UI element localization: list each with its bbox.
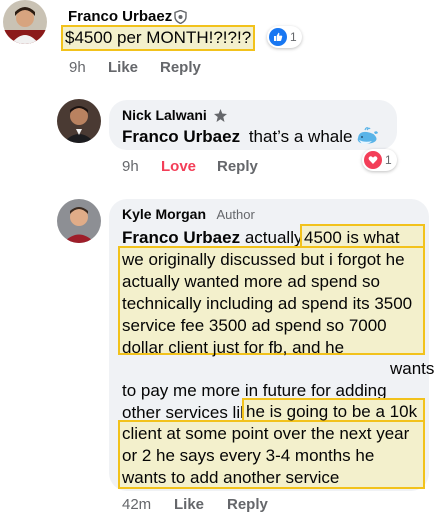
like-button[interactable]: Like: [108, 59, 138, 76]
comment-text-part: he is going to be a 10k client at some p…: [122, 402, 418, 487]
star-icon: [214, 109, 227, 122]
avatar-image: [3, 0, 47, 44]
comment-header: Kyle Morgan Author: [122, 206, 255, 224]
reply-button[interactable]: Reply: [227, 496, 268, 513]
comment-text: $4500 per MONTH!?!?!?: [60, 25, 256, 51]
love-reaction-icon: [364, 151, 382, 169]
comment-text-body: that’s a whale: [248, 127, 353, 146]
mention-link[interactable]: Franco Urbaez: [122, 127, 240, 146]
comment-text-part: 4500 is what we originally discussed but…: [122, 228, 413, 357]
reply-button[interactable]: Reply: [217, 158, 258, 175]
author-badge: Author: [216, 207, 255, 222]
avatar[interactable]: [57, 199, 101, 243]
comment-time[interactable]: 42m: [122, 496, 151, 513]
reply-button[interactable]: Reply: [160, 59, 201, 76]
love-button[interactable]: Love: [161, 158, 196, 175]
avatar-image: [57, 199, 101, 243]
whale-emoji-icon: [357, 127, 378, 145]
like-button[interactable]: Like: [174, 496, 204, 513]
avatar-image: [57, 99, 101, 143]
like-reaction-icon: [269, 28, 287, 46]
comment-author[interactable]: Kyle Morgan: [122, 206, 206, 222]
reaction-count-pill[interactable]: 1: [362, 149, 397, 171]
comment-author[interactable]: Nick Lalwani: [122, 107, 207, 123]
reaction-count: 1: [385, 153, 392, 167]
shield-icon: [174, 10, 187, 24]
avatar[interactable]: [3, 0, 47, 44]
avatar[interactable]: [57, 99, 101, 143]
comment-text: Franco Urbaez that’s a whale: [122, 126, 352, 148]
reaction-count-pill[interactable]: 1: [267, 26, 302, 48]
comment-time[interactable]: 9h: [69, 59, 86, 76]
reaction-count: 1: [290, 30, 297, 44]
comment-author[interactable]: Franco Urbaez: [68, 8, 172, 25]
comment-time[interactable]: 9h: [122, 158, 139, 175]
